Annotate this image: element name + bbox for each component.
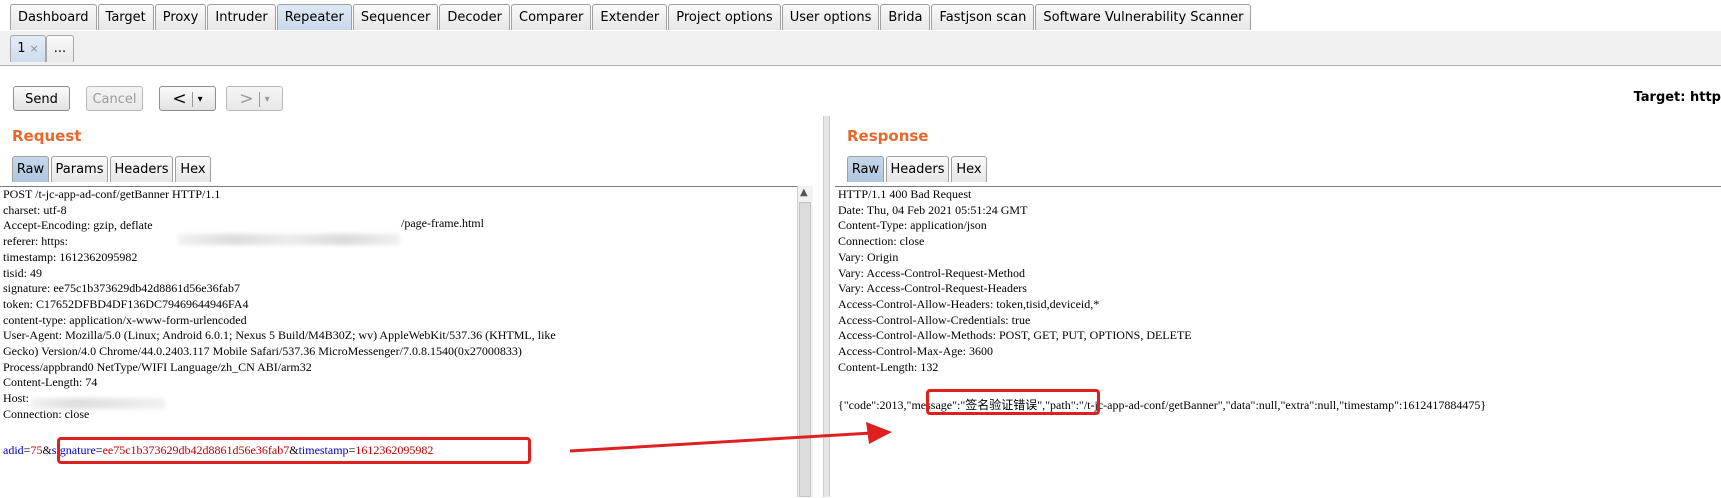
send-button[interactable]: Send <box>13 86 70 111</box>
dropdown-arrow-icon: ▾ <box>197 94 203 105</box>
response-tab-hex[interactable]: Hex <box>951 156 987 182</box>
button-divider <box>191 92 193 107</box>
param-value: 75 <box>30 443 43 457</box>
main-tab-comparer[interactable]: Comparer <box>511 4 592 30</box>
response-line: Access-Control-Allow-Headers: token,tisi… <box>838 296 1100 311</box>
response-line: HTTP/1.1 400 Bad Request <box>838 187 972 201</box>
main-tab-dashboard[interactable]: Dashboard <box>10 4 97 30</box>
redacted-host <box>31 398 165 409</box>
annotation-arrow-icon <box>569 422 892 453</box>
scroll-up-icon[interactable]: ▲ <box>800 187 808 198</box>
response-body-rest: ,"path":"/t-jc-app-ad-conf/getBanner","d… <box>1042 398 1487 412</box>
request-line: token: C17652DFBD4DF136DC79469644946FA4 <box>3 296 249 311</box>
button-divider <box>258 92 260 107</box>
request-line: POST /t-jc-app-ad-conf/getBanner HTTP/1.… <box>3 187 221 201</box>
main-tab-software-vulnerability-scanner[interactable]: Software Vulnerability Scanner <box>1035 4 1252 30</box>
request-line: Accept-Encoding: gzip, deflate <box>3 218 153 233</box>
request-line: Content-Length: 74 <box>3 375 98 390</box>
main-tab-brida[interactable]: Brida <box>880 4 931 30</box>
dropdown-arrow-icon: ▾ <box>264 94 270 105</box>
repeater-tab-1[interactable]: 1 × <box>10 35 46 62</box>
response-line: Vary: Access-Control-Request-Headers <box>838 281 1027 296</box>
request-line: Connection: close <box>3 406 90 421</box>
response-line: Access-Control-Max-Age: 3600 <box>838 344 993 358</box>
main-tabs: Dashboard Target Proxy Intruder Repeater Sequ… <box>10 4 1252 30</box>
request-tab-params[interactable]: Params <box>51 156 108 182</box>
request-line: Process/appbrand0 NetType/WIFI Language/… <box>3 359 312 374</box>
cancel-button[interactable]: Cancel <box>86 86 143 111</box>
request-line: tisid: 49 <box>3 265 43 280</box>
response-line: Connection: close <box>838 234 925 249</box>
main-tab-sequencer[interactable]: Sequencer <box>352 4 439 30</box>
request-tab-raw[interactable]: Raw <box>12 156 49 182</box>
response-line: Content-Length: 132 <box>838 359 939 374</box>
response-line: Vary: Access-Control-Request-Method <box>838 265 1025 280</box>
main-tab-repeater[interactable]: Repeater <box>276 4 352 30</box>
main-tab-proxy[interactable]: Proxy <box>154 4 207 30</box>
param-key: adid <box>3 443 24 457</box>
main-tab-user-options[interactable]: User options <box>781 4 880 30</box>
redacted-host <box>178 234 400 245</box>
request-line: User-Agent: Mozilla/5.0 (Linux; Android … <box>3 328 556 343</box>
main-tab-extender[interactable]: Extender <box>592 4 668 30</box>
response-editor[interactable]: HTTP/1.1 400 Bad Request Date: Thu, 04 Fe… <box>835 186 1721 498</box>
request-referer-tail: /page-frame.html <box>401 216 484 230</box>
request-title: Request <box>12 127 82 145</box>
highlight-box <box>926 389 1100 415</box>
request-line: signature: ee75c1b373629db42d8861d56e36f… <box>3 281 240 296</box>
response-body-start: {"code":2013, <box>838 398 907 412</box>
target-label[interactable]: Target: http <box>1634 90 1721 105</box>
param-separator: & <box>42 443 52 457</box>
main-tab-target[interactable]: Target <box>97 4 154 30</box>
new-tab-button[interactable]: ... <box>46 35 74 62</box>
main-tab-project-options[interactable]: Project options <box>668 4 781 30</box>
response-line: Access-Control-Allow-Credentials: true <box>838 312 1031 327</box>
response-line: Vary: Origin <box>838 249 899 264</box>
history-forward-button[interactable]: > ▾ <box>226 86 283 111</box>
main-tab-decoder[interactable]: Decoder <box>439 4 511 30</box>
request-line: Host: <box>3 391 30 406</box>
request-tab-hex[interactable]: Hex <box>175 156 211 182</box>
main-tab-bar: Dashboard Target Proxy Intruder Repeater Sequ… <box>0 0 1721 32</box>
repeater-tab-bar: 1 × ... <box>0 31 1721 66</box>
response-tab-headers[interactable]: Headers <box>886 156 949 182</box>
highlight-box <box>57 437 531 464</box>
request-line: content-type: application/x-www-form-url… <box>3 312 247 327</box>
response-line: Date: Thu, 04 Feb 2021 05:51:24 GMT <box>838 202 1028 217</box>
request-line: referer: https: <box>3 234 68 249</box>
response-line: Content-Type: application/json <box>838 218 987 233</box>
request-line: timestamp: 1612362095982 <box>3 249 138 264</box>
request-tab-headers[interactable]: Headers <box>110 156 173 182</box>
response-line: Access-Control-Allow-Methods: POST, GET,… <box>838 328 1192 343</box>
history-back-button[interactable]: < ▾ <box>159 86 216 111</box>
response-title: Response <box>847 127 929 145</box>
close-icon[interactable]: × <box>30 42 39 55</box>
chevron-left-icon: < <box>172 89 187 109</box>
response-tab-raw[interactable]: Raw <box>847 156 884 182</box>
chevron-right-icon: > <box>239 89 254 109</box>
request-line: Gecko) Version/4.0 Chrome/44.0.2403.117 … <box>3 344 522 358</box>
main-tab-fastjson-scan[interactable]: Fastjson scan <box>931 4 1035 30</box>
request-line: charset: utf-8 <box>3 202 67 217</box>
repeater-tab-label: 1 <box>17 41 26 56</box>
main-tab-intruder[interactable]: Intruder <box>207 4 276 30</box>
